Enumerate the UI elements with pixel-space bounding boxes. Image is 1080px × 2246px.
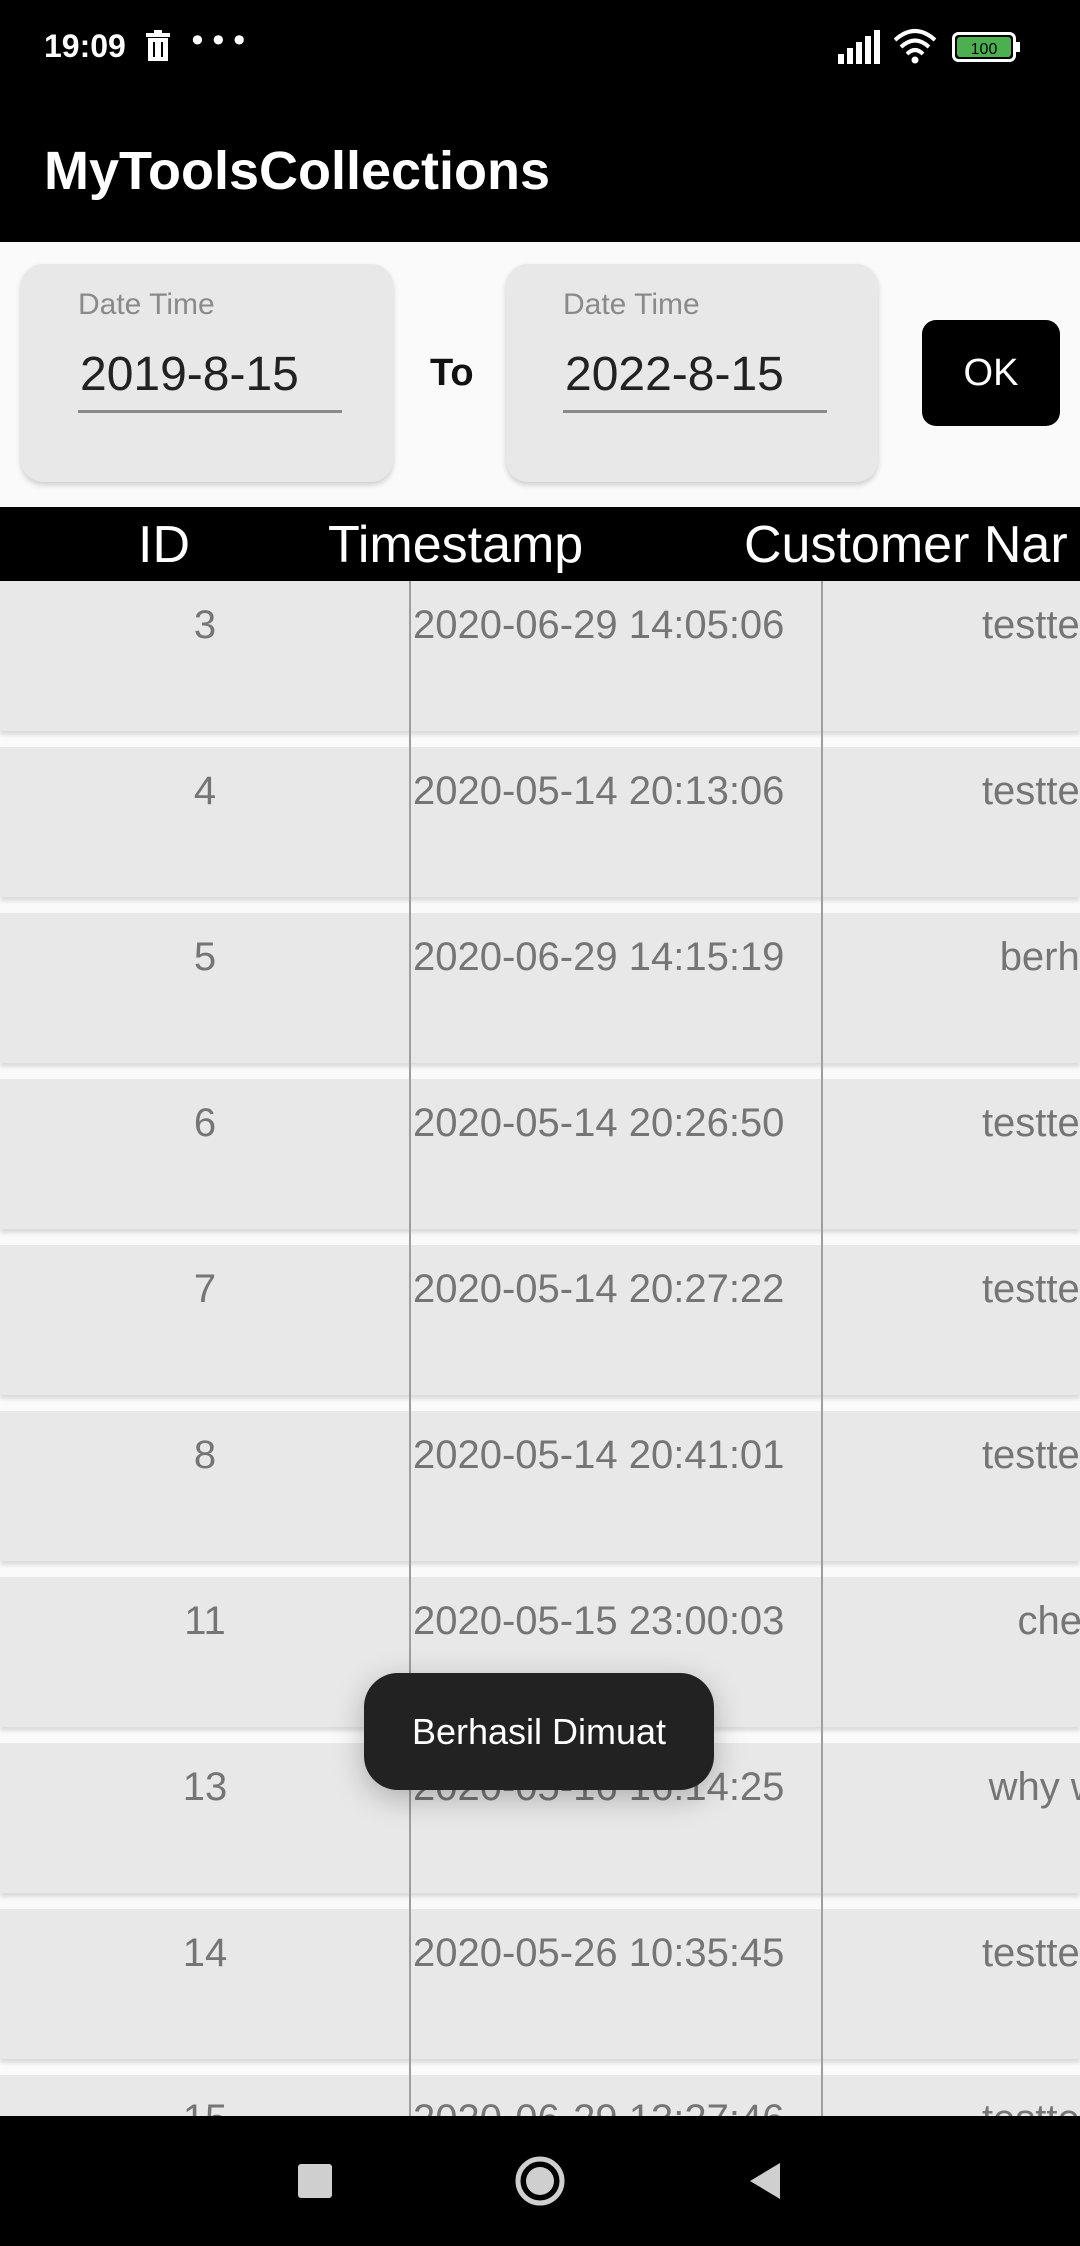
table-row[interactable]: 14 2020-05-26 10:35:45 testtestt	[0, 1909, 1080, 2059]
status-time: 19:09	[44, 28, 126, 64]
cell-timestamp: 2020-05-14 20:41:01	[413, 1433, 785, 1477]
cell-id: 4	[193, 769, 217, 813]
recent-apps-button[interactable]	[270, 2116, 360, 2246]
wifi-icon	[893, 29, 937, 64]
cell-customer-name: testtestt	[981, 1101, 1080, 1145]
table-header: ID Timestamp Customer Nar	[0, 507, 1080, 581]
table-body[interactable]: 152020-06-29 13:27:46 testtestt 14 2020-05-…	[0, 581, 1080, 2116]
home-icon	[515, 2156, 565, 2206]
cell-id: 8	[193, 1433, 217, 1477]
cell-timestamp: 2020-05-15 23:00:03	[413, 1599, 785, 1643]
column-divider	[409, 581, 411, 2116]
more-notifications-icon: •••	[188, 22, 251, 60]
to-date-card: Date Time	[506, 264, 878, 482]
cell-id: 6	[193, 1101, 217, 1145]
cell-timestamp: 2020-05-14 20:26:50	[413, 1101, 785, 1145]
svg-text:100: 100	[971, 41, 998, 58]
cell-id: 5	[193, 935, 217, 979]
from-date-input[interactable]	[78, 346, 342, 413]
navigation-bar	[0, 2116, 1080, 2246]
recent-apps-icon	[298, 2164, 332, 2198]
status-bar: 19:09 ••• 100	[0, 0, 1080, 94]
cell-customer-name: why wh	[988, 1765, 1080, 1809]
from-date-card: Date Time	[21, 264, 393, 482]
back-icon	[750, 2163, 780, 2199]
battery-icon: 100	[952, 32, 1020, 62]
toast-message: Berhasil Dimuat	[364, 1673, 714, 1790]
cell-timestamp: 2020-06-29 14:05:06	[413, 603, 785, 647]
cell-timestamp: 2020-06-29 13:27:46	[413, 2097, 784, 2116]
cell-customer-name: testtestt	[981, 1931, 1080, 1975]
cell-timestamp: 2020-06-29 14:15:19	[413, 935, 785, 979]
cell-customer-name: berhas	[999, 935, 1080, 979]
app-bar: MyToolsCollections	[0, 94, 1080, 242]
cell-customer-name: testtestt	[981, 1433, 1080, 1477]
column-header-customer-name[interactable]: Customer Nar	[744, 515, 1068, 575]
table-row[interactable]: 6 2020-05-14 20:26:50 testtestt	[0, 1079, 1080, 1229]
to-label: To	[430, 352, 474, 394]
table-row[interactable]: 8 2020-05-14 20:41:01 testtestt	[0, 1411, 1080, 1561]
table-row[interactable]: 152020-06-29 13:27:46 testtestt	[0, 2075, 1080, 2116]
trash-icon	[146, 30, 170, 61]
column-header-timestamp[interactable]: Timestamp	[328, 515, 583, 575]
cell-id: 15	[0, 2097, 410, 2116]
cell-id: 11	[184, 1599, 226, 1643]
cell-customer-name: check	[1017, 1599, 1080, 1643]
cell-timestamp: 2020-05-26 10:35:45	[413, 1931, 785, 1975]
cell-id: 7	[193, 1267, 217, 1311]
to-date-input[interactable]	[563, 346, 827, 413]
app-title: MyToolsCollections	[44, 141, 551, 201]
cell-timestamp: 2020-05-14 20:27:22	[413, 1267, 785, 1311]
back-button[interactable]	[720, 2116, 810, 2246]
cell-customer-name: testtestt	[981, 603, 1080, 647]
home-button[interactable]	[495, 2116, 585, 2246]
table-row[interactable]: 3 2020-06-29 14:05:06 testtestt	[0, 581, 1080, 731]
table-row[interactable]: 4 2020-05-14 20:13:06 testtestt	[0, 747, 1080, 897]
cell-customer-name: testtestt	[981, 769, 1080, 813]
cell-id: 14	[182, 1931, 228, 1975]
from-date-label: Date Time	[78, 288, 215, 321]
column-divider	[821, 581, 823, 2116]
signal-icon	[838, 30, 880, 64]
table-row[interactable]: 5 2020-06-29 14:15:19 berhas	[0, 913, 1080, 1063]
column-header-id[interactable]: ID	[138, 515, 190, 575]
to-date-label: Date Time	[563, 288, 700, 321]
cell-customer-name: testtestt	[981, 1267, 1080, 1311]
cell-id: 13	[182, 1765, 228, 1809]
date-filter-row: Date Time To Date Time OK	[0, 242, 1080, 507]
cell-id: 3	[193, 603, 217, 647]
ok-button[interactable]: OK	[922, 320, 1060, 426]
cell-timestamp: 2020-05-14 20:13:06	[413, 769, 785, 813]
table-row[interactable]: 7 2020-05-14 20:27:22 testtestt	[0, 1245, 1080, 1395]
cell-customer-name: testtestt	[822, 2097, 1080, 2116]
